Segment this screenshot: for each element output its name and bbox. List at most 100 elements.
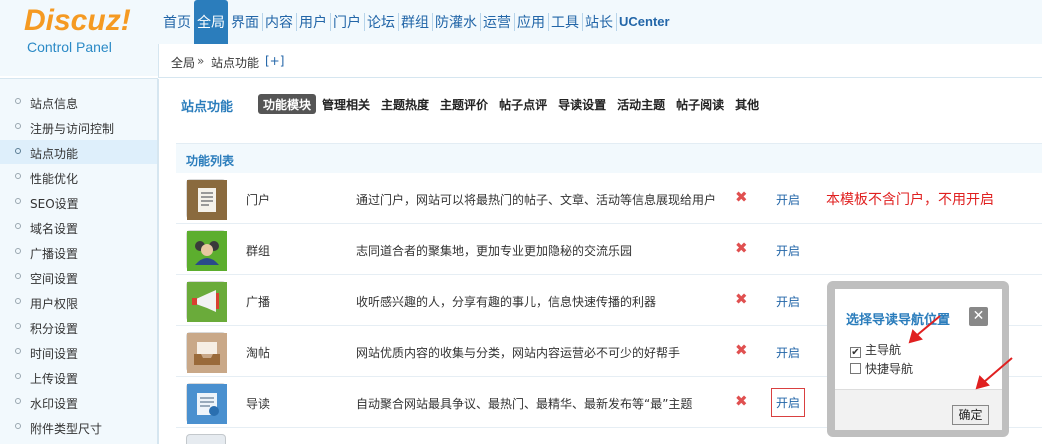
feature-name: 门户: [246, 193, 271, 207]
breadcrumb: 全局 » 站点功能 [+]: [158, 44, 1042, 78]
section-header: 功能列表: [176, 143, 1042, 173]
sidebar-item-upload[interactable]: 上传设置: [0, 365, 157, 389]
topnav-antispam[interactable]: 防灌水: [432, 0, 480, 44]
disabled-icon: ✖: [735, 392, 748, 410]
breadcrumb-root[interactable]: 全局: [171, 54, 195, 71]
sidebar-item-broadcast[interactable]: 广播设置: [0, 240, 157, 264]
bullet-icon: [15, 298, 21, 304]
enable-link[interactable]: 开启: [776, 293, 800, 310]
tab-post-reading[interactable]: 帖子阅读: [671, 94, 729, 114]
sidebar-item-label: 站点功能: [30, 147, 79, 161]
main-nav-option[interactable]: ✔ 主导航: [850, 341, 901, 358]
disabled-icon: ✖: [735, 341, 748, 359]
guide-nav-dialog: 选择导读导航位置 ✕ ✔ 主导航 快捷导航 确定: [827, 281, 1009, 437]
sidebar-item-label: 水印设置: [30, 397, 79, 411]
option-label: 主导航: [865, 343, 902, 357]
sidebar-item-seo[interactable]: SEO设置: [0, 190, 157, 214]
bullet-icon: [15, 273, 21, 279]
annotation-note: 本模板不含门户，不用开启: [826, 192, 994, 208]
dialog-body: 选择导读导航位置 ✕ ✔ 主导航 快捷导航 确定: [835, 289, 1002, 430]
feature-desc: 收听感兴趣的人，分享有趣的事儿，信息快速传播的利器: [356, 295, 657, 309]
breadcrumb-add-button[interactable]: [+]: [265, 54, 284, 68]
sidebar-item-label: 站点信息: [30, 97, 79, 111]
feature-name: 群组: [246, 244, 271, 258]
tab-management[interactable]: 管理相关: [317, 94, 375, 114]
sidebar-item-label: 域名设置: [30, 222, 79, 236]
sidebar-item-domain[interactable]: 域名设置: [0, 215, 157, 239]
disabled-icon: ✖: [735, 290, 748, 308]
sidebar-item-register-access[interactable]: 注册与访问控制: [0, 115, 157, 139]
sidebar-item-performance[interactable]: 性能优化: [0, 165, 157, 189]
topnav-interface[interactable]: 界面: [228, 0, 262, 44]
quick-nav-option[interactable]: 快捷导航: [850, 360, 913, 377]
tab-activity-topics[interactable]: 活动主题: [612, 94, 670, 114]
sidebar-item-label: 时间设置: [30, 347, 79, 361]
feature-desc: 网站优质内容的收集与分类，网站内容运营必不可少的好帮手: [356, 346, 681, 360]
sub-tabs: 功能模块 管理相关 主题热度 主题评价 帖子点评 导读设置 活动主题 帖子阅读 …: [258, 94, 765, 114]
tab-post-comments[interactable]: 帖子点评: [494, 94, 552, 114]
checkbox-checked[interactable]: ✔: [850, 347, 861, 358]
sidebar-item-site-info[interactable]: 站点信息: [0, 90, 157, 114]
dialog-title: 选择导读导航位置: [846, 313, 951, 328]
feature-name: 广播: [246, 295, 271, 309]
feature-desc: 自动聚合网站最具争议、最热门、最精华、最新发布等“最”主题: [356, 397, 693, 411]
topnav-content[interactable]: 内容: [262, 0, 296, 44]
topnav-groups[interactable]: 群组: [398, 0, 432, 44]
tab-other[interactable]: 其他: [730, 94, 764, 114]
checkbox-unchecked[interactable]: [850, 363, 861, 374]
bullet-icon: [15, 223, 21, 229]
disabled-icon: ✖: [735, 239, 748, 257]
enable-link[interactable]: 开启: [776, 344, 800, 361]
topnav-portal[interactable]: 门户: [330, 0, 364, 44]
dialog-footer: 确定: [835, 389, 1002, 430]
topnav-apps[interactable]: 应用: [514, 0, 548, 44]
feature-desc: 通过门户，网站可以将最热门的帖子、文章、活动等信息展现给用户: [356, 193, 717, 207]
enable-link[interactable]: 开启: [771, 388, 806, 417]
topnav-tools[interactable]: 工具: [548, 0, 582, 44]
feature-desc: 志同道合者的聚集地，更加专业更加隐秘的交流乐园: [356, 244, 633, 258]
tab-topic-rating[interactable]: 主题评价: [435, 94, 493, 114]
topnav-forum[interactable]: 论坛: [364, 0, 398, 44]
logo[interactable]: Discuz! Control Panel: [0, 0, 158, 76]
sidebar-item-label: 用户权限: [30, 297, 79, 311]
sidebar: 站点信息 注册与访问控制 站点功能 性能优化 SEO设置 域名设置 广播设置 空…: [0, 78, 158, 444]
topnav-operations[interactable]: 运营: [480, 0, 514, 44]
topnav-webmaster[interactable]: 站长: [582, 0, 616, 44]
bullet-icon: [15, 248, 21, 254]
breadcrumb-current: 站点功能: [211, 56, 260, 70]
bullet-icon: [15, 173, 21, 179]
bullet-icon: [15, 373, 21, 379]
sidebar-item-time[interactable]: 时间设置: [0, 340, 157, 364]
topnav-users[interactable]: 用户: [296, 0, 330, 44]
enable-link[interactable]: 开启: [776, 242, 800, 259]
enable-link[interactable]: 开启: [776, 191, 800, 208]
bullet-icon: [15, 323, 21, 329]
topnav-global[interactable]: 全局: [194, 0, 228, 44]
sidebar-item-credits[interactable]: 积分设置: [0, 315, 157, 339]
section-title: 功能列表: [186, 154, 235, 168]
table-row: 门户 通过门户，网站可以将最热门的帖子、文章、活动等信息展现给用户 ✖ 开启 本…: [176, 173, 1042, 224]
disabled-icon: ✖: [735, 188, 748, 206]
guide-icon: [186, 383, 227, 424]
close-icon[interactable]: ✕: [969, 307, 988, 326]
sidebar-item-user-permissions[interactable]: 用户权限: [0, 290, 157, 314]
sidebar-item-label: 性能优化: [30, 172, 79, 186]
sidebar-item-space[interactable]: 空间设置: [0, 265, 157, 289]
sidebar-item-watermark[interactable]: 水印设置: [0, 390, 157, 414]
confirm-button[interactable]: 确定: [952, 405, 989, 425]
topnav-ucenter[interactable]: UCenter: [616, 0, 673, 44]
breadcrumb-separator: »: [197, 54, 205, 68]
sidebar-item-attachment-types[interactable]: 附件类型尺寸: [0, 415, 157, 439]
sidebar-item-label: 注册与访问控制: [30, 122, 115, 136]
tab-function-modules[interactable]: 功能模块: [258, 94, 317, 114]
tab-topic-heat[interactable]: 主题热度: [376, 94, 434, 114]
tab-guide-settings[interactable]: 导读设置: [553, 94, 611, 114]
logo-brand: Discuz!: [24, 4, 131, 37]
feature-name: 淘帖: [246, 346, 271, 360]
sidebar-item-label: 上传设置: [30, 372, 79, 386]
sidebar-item-site-features[interactable]: 站点功能: [0, 140, 157, 164]
feature-icon: [186, 434, 226, 444]
sidebar-item-label: SEO设置: [30, 197, 79, 211]
topnav-home[interactable]: 首页: [160, 0, 194, 44]
bullet-icon: [15, 398, 21, 404]
